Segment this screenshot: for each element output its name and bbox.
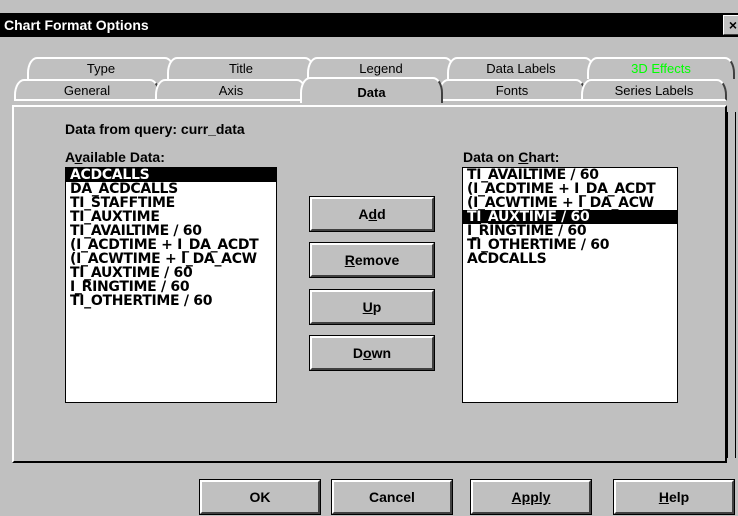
list-item[interactable]: TI_AUXTIME (66, 210, 276, 224)
help-button[interactable]: Help (613, 479, 735, 515)
list-item[interactable]: TI_AVAILTIME / 60 (463, 168, 677, 182)
list-item[interactable]: TI_AUXTIME / 60 (463, 210, 677, 224)
up-button[interactable]: Up (309, 289, 435, 325)
chart-data-list[interactable]: TI_AVAILTIME / 60 (I_ACDTIME + I_DA_ACDT(… (462, 167, 678, 403)
tab-label: 3D Effects (631, 61, 691, 76)
list-item[interactable]: TI_STAFFTIME (66, 196, 276, 210)
tab-legend[interactable]: Legend (307, 57, 455, 79)
tab-series-labels[interactable]: Series Labels (581, 79, 727, 101)
tab-label: Fonts (495, 83, 529, 98)
tab-general[interactable]: General (14, 79, 160, 101)
window-title: Chart Format Options (4, 17, 149, 33)
panel-shadow (727, 112, 736, 458)
tab-label: Series Labels (614, 83, 694, 98)
tab-label: Axis (218, 83, 244, 98)
available-data-list[interactable]: ACDCALLS DA_ACDCALLS TI_STAFFTIME TI_AUXTIM… (65, 167, 277, 403)
list-item[interactable]: TI_OTHERTIME / 60 (66, 294, 276, 308)
close-icon: × (728, 17, 738, 33)
list-item[interactable]: (I_ACDTIME + I_DA_ACDT (66, 238, 276, 252)
available-data-label: Available Data: (65, 149, 165, 165)
cancel-button[interactable]: Cancel (331, 479, 453, 515)
list-item[interactable]: ACDCALLS (463, 252, 677, 266)
list-item[interactable]: TI_AVAILTIME / 60 (66, 224, 276, 238)
ok-button[interactable]: OK (199, 479, 321, 515)
list-item[interactable]: I_RINGTIME / 60 (66, 280, 276, 294)
tab-label: Data Labels (486, 61, 556, 76)
list-item[interactable]: TI_OTHERTIME / 60 (463, 238, 677, 252)
list-item[interactable]: ACDCALLS (66, 168, 276, 182)
tab-label: Data (357, 85, 386, 100)
tab-label: Type (86, 61, 116, 76)
tab-3d-effects[interactable]: 3D Effects (587, 57, 735, 79)
tab-label: Legend (359, 61, 403, 76)
list-item[interactable]: (I_ACDTIME + I_DA_ACDT (463, 182, 677, 196)
tab-type[interactable]: Type (27, 57, 175, 79)
tab-data[interactable]: Data (300, 77, 443, 103)
down-button[interactable]: Down (309, 335, 435, 371)
add-button[interactable]: Add (309, 196, 435, 232)
query-label: Data from query: curr_data (65, 121, 245, 137)
tab-data-labels[interactable]: Data Labels (447, 57, 595, 79)
tab-label: General (63, 83, 111, 98)
close-button[interactable]: × (723, 15, 738, 35)
window-titlebar[interactable]: Chart Format Options (0, 13, 738, 37)
remove-button[interactable]: Remove (309, 242, 435, 278)
list-item[interactable]: I_RINGTIME / 60 (463, 224, 677, 238)
list-item[interactable]: DA_ACDCALLS (66, 182, 276, 196)
tab-title[interactable]: Title (167, 57, 315, 79)
list-item[interactable]: TI_AUXTIME / 60 (66, 266, 276, 280)
list-item[interactable]: (I_ACWTIME + I_DA_ACW (66, 252, 276, 266)
list-item[interactable]: (I_ACWTIME + I_DA_ACW (463, 196, 677, 210)
chart-data-label: Data on Chart: (463, 149, 560, 165)
apply-button[interactable]: Apply (470, 479, 592, 515)
tab-label: Title (228, 61, 254, 76)
tab-fonts[interactable]: Fonts (438, 79, 586, 101)
tab-axis[interactable]: Axis (155, 79, 307, 101)
